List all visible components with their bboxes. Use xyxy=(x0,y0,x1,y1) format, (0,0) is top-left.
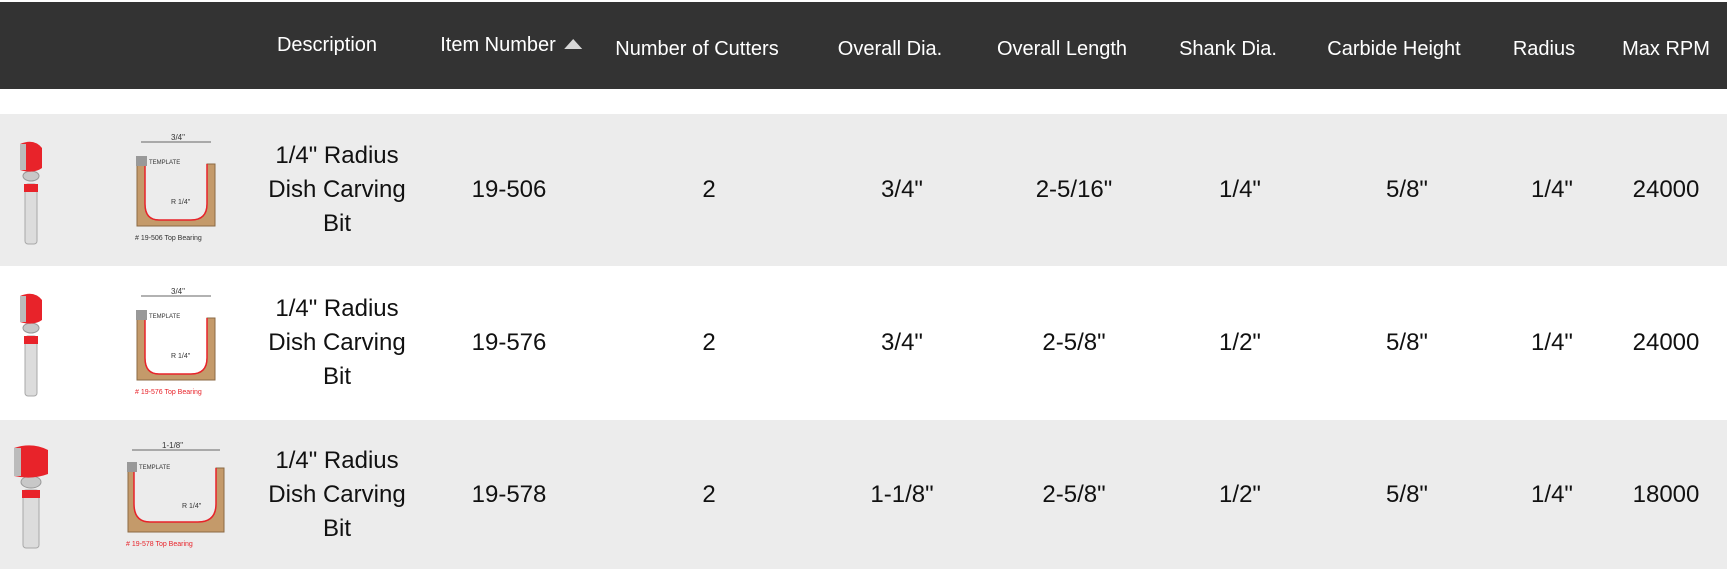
table-header: Description Item Number Number of Cutter… xyxy=(0,2,1727,89)
diagram-caption: # 19-506 Top Bearing xyxy=(135,235,202,242)
cell-overall-length: 2-5/16" xyxy=(1035,176,1113,203)
router-bit-icon xyxy=(20,141,42,245)
cell-shank-dia: 1/2" xyxy=(1219,480,1261,508)
cell-carbide-height: 5/8" xyxy=(1386,329,1428,356)
diagram-template-label: TEMPLATE xyxy=(149,160,180,166)
cell-shank-dia: 1/2" xyxy=(1219,329,1261,356)
column-header-radius[interactable]: Radius xyxy=(1513,38,1575,61)
cell-overall-dia: 1-1/8" xyxy=(870,480,934,508)
diagram-radius-label: R 1/4" xyxy=(171,353,191,360)
router-bit-icon xyxy=(20,293,42,397)
router-bit-icon xyxy=(14,445,48,549)
diagram-template-label: TEMPLATE xyxy=(139,465,170,471)
cell-radius: 1/4" xyxy=(1531,480,1573,508)
cell-max-rpm: 24000 xyxy=(1632,329,1700,356)
cell-max-rpm: 24000 xyxy=(1632,176,1700,203)
column-header-item-number-label: Item Number xyxy=(440,34,556,56)
column-header-shank-dia[interactable]: Shank Dia. xyxy=(1179,38,1277,61)
cell-radius: 1/4" xyxy=(1531,176,1573,203)
diagram-caption: # 19-576 Top Bearing xyxy=(135,389,202,396)
column-header-overall-dia[interactable]: Overall Dia. xyxy=(838,38,942,61)
cell-item-number[interactable]: 19-576 xyxy=(472,329,547,357)
cell-description: 1/4" Radius Dish Carving Bit xyxy=(268,142,406,237)
diagram-radius-label: R 1/4" xyxy=(171,199,191,206)
cell-overall-dia: 3/4" xyxy=(881,176,923,203)
cell-overall-length: 2-5/8" xyxy=(1042,329,1106,356)
table-row[interactable]: 3/4" TEMPLATE R 1/4" # 19-576 Top Bearin… xyxy=(0,266,1727,420)
column-header-carbide-height[interactable]: Carbide Height xyxy=(1327,38,1460,61)
cell-shank-dia: 1/4" xyxy=(1219,176,1261,203)
table-row[interactable]: 3/4" TEMPLATE R 1/4" # 19-506 Top Bearin… xyxy=(0,114,1727,266)
cutting-profile-diagram: 1-1/8" TEMPLATE R 1/4" # 19-578 Top Bear… xyxy=(126,442,225,548)
cell-item-number[interactable]: 19-506 xyxy=(472,176,547,204)
cell-cutters: 2 xyxy=(702,176,716,203)
cell-cutters: 2 xyxy=(702,329,716,356)
cell-carbide-height: 5/8" xyxy=(1386,176,1428,203)
cell-radius: 1/4" xyxy=(1531,329,1573,356)
diagram-radius-label: R 1/4" xyxy=(182,503,202,510)
column-header-overall-length[interactable]: Overall Length xyxy=(997,38,1127,61)
cell-carbide-height: 5/8" xyxy=(1386,480,1428,508)
diagram-width-label: 3/4" xyxy=(171,134,185,142)
cell-description: 1/4" Radius Dish Carving Bit xyxy=(268,446,406,542)
cell-overall-dia: 3/4" xyxy=(881,329,923,356)
column-header-item-number[interactable]: Item Number xyxy=(440,34,582,57)
cell-overall-length: 2-5/8" xyxy=(1042,480,1106,508)
sort-up-icon[interactable] xyxy=(563,38,582,49)
cutting-profile-diagram: 3/4" TEMPLATE R 1/4" # 19-506 Top Bearin… xyxy=(135,134,216,242)
cell-item-number[interactable]: 19-578 xyxy=(472,481,547,509)
table-row[interactable]: 1-1/8" TEMPLATE R 1/4" # 19-578 Top Bear… xyxy=(0,420,1727,569)
column-header-cutters[interactable]: Number of Cutters xyxy=(615,38,778,61)
diagram-caption: # 19-578 Top Bearing xyxy=(126,541,193,548)
column-header-max-rpm[interactable]: Max RPM xyxy=(1622,38,1710,61)
cell-cutters: 2 xyxy=(702,480,716,508)
cell-description: 1/4" Radius Dish Carving Bit xyxy=(268,295,406,390)
diagram-width-label: 1-1/8" xyxy=(162,442,183,450)
column-header-description[interactable]: Description xyxy=(277,34,377,57)
cell-max-rpm: 18000 xyxy=(1632,480,1700,508)
diagram-template-label: TEMPLATE xyxy=(149,314,180,320)
diagram-width-label: 3/4" xyxy=(171,288,185,296)
cutting-profile-diagram: 3/4" TEMPLATE R 1/4" # 19-576 Top Bearin… xyxy=(135,288,216,396)
